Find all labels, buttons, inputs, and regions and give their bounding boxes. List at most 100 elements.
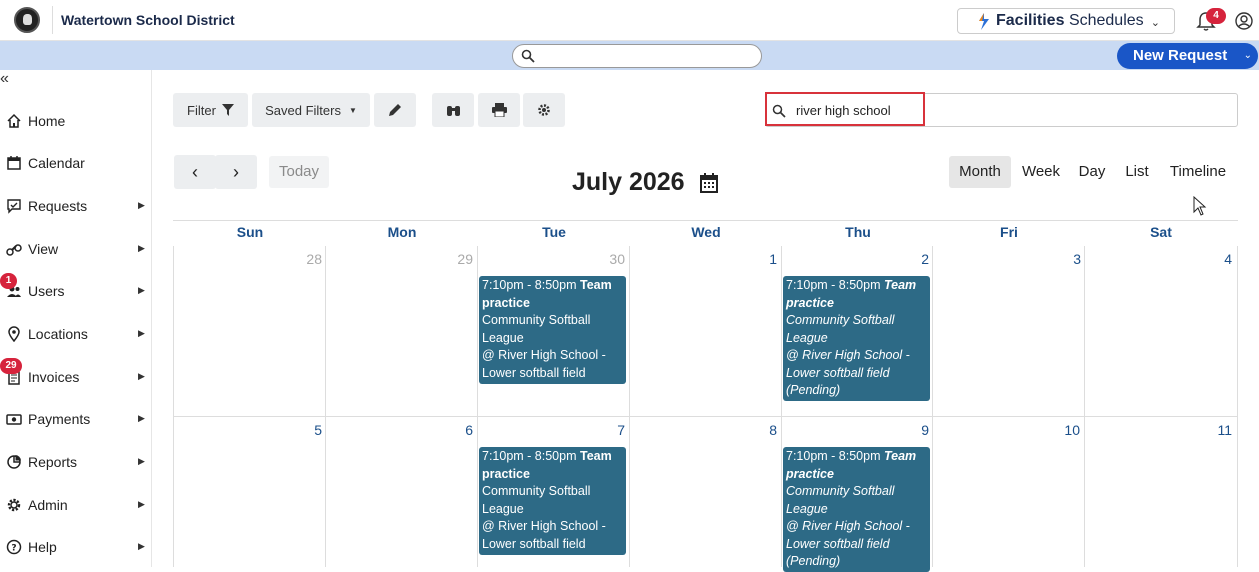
- calendar-event[interactable]: 7:10pm - 8:50pm Team practice Community …: [479, 276, 626, 384]
- view-timeline-button[interactable]: Timeline: [1162, 156, 1234, 188]
- sidebar-item-home[interactable]: Home: [0, 105, 152, 135]
- weekday-header: Fri: [1000, 224, 1018, 240]
- next-month-button[interactable]: ›: [215, 155, 257, 189]
- calendar-picker-icon[interactable]: [700, 173, 718, 193]
- event-time: 7:10pm - 8:50pm: [482, 449, 577, 463]
- header-divider: [52, 6, 53, 34]
- new-request-label: New Request: [1133, 47, 1228, 64]
- printer-icon: [491, 103, 507, 117]
- sidebar-item-invoices[interactable]: Invoices ▶: [0, 361, 152, 391]
- sidebar-item-view[interactable]: View ▶: [0, 233, 152, 263]
- district-name[interactable]: Watertown School District: [61, 12, 235, 28]
- day-number[interactable]: 28: [302, 251, 322, 267]
- weekday-header: Thu: [845, 224, 871, 240]
- home-icon: [7, 113, 21, 128]
- caret-right-icon: ▶: [138, 456, 145, 466]
- view-week-button[interactable]: Week: [1015, 156, 1067, 188]
- pencil-icon: [389, 104, 401, 116]
- saved-filters-label: Saved Filters: [265, 102, 341, 118]
- sidebar-item-requests[interactable]: Requests ▶: [0, 190, 152, 220]
- chevron-down-icon[interactable]: ⌄: [1244, 43, 1252, 69]
- day-number[interactable]: 1: [757, 251, 777, 267]
- prev-month-button[interactable]: ‹: [174, 155, 216, 189]
- calendar-event[interactable]: 7:10pm - 8:50pm Team practice Community …: [479, 447, 626, 555]
- grid-line: [1084, 246, 1085, 567]
- sidebar-item-calendar[interactable]: Calendar: [0, 147, 152, 177]
- saved-filters-button[interactable]: Saved Filters ▼: [252, 93, 370, 127]
- month-title: July 2026: [572, 168, 685, 196]
- day-number[interactable]: 4: [1212, 251, 1232, 267]
- district-logo-icon[interactable]: [14, 7, 40, 33]
- sidebar-item-label: Invoices: [28, 369, 80, 385]
- gear-icon: [7, 498, 21, 512]
- today-button[interactable]: Today: [269, 156, 329, 188]
- sidebar-item-label: Reports: [28, 454, 78, 470]
- event-time: 7:10pm - 8:50pm: [786, 278, 881, 292]
- day-number[interactable]: 6: [453, 422, 473, 438]
- day-number[interactable]: 9: [909, 422, 929, 438]
- day-number[interactable]: 30: [605, 251, 625, 267]
- sidebar-item-label: Locations: [28, 326, 88, 342]
- filter-label: Filter: [187, 102, 216, 118]
- product-switcher[interactable]: Facilities Schedules ⌄: [957, 8, 1175, 34]
- invoices-count-badge: 29: [0, 358, 22, 374]
- new-request-button[interactable]: New Request ⌄: [1117, 43, 1258, 69]
- view-month-button[interactable]: Month: [949, 156, 1011, 188]
- search-highlight-box: [765, 92, 925, 126]
- day-number[interactable]: 8: [757, 422, 777, 438]
- calendar-event[interactable]: 7:10pm - 8:50pm Team practice Community …: [783, 276, 930, 401]
- account-icon[interactable]: [1235, 12, 1253, 30]
- print-button[interactable]: [478, 93, 520, 127]
- grid-line: [781, 246, 782, 567]
- sidebar-item-label: Payments: [28, 411, 91, 427]
- weekday-header: Mon: [387, 224, 417, 240]
- sidebar-item-locations[interactable]: Locations ▶: [0, 318, 152, 348]
- caret-right-icon: ▶: [138, 328, 145, 338]
- sidebar-item-users[interactable]: Users ▶: [0, 275, 152, 305]
- settings-button[interactable]: [523, 93, 565, 127]
- day-number[interactable]: 10: [1058, 422, 1080, 438]
- grid-line: [477, 246, 478, 567]
- event-location: @ River High School - Lower softball fie…: [482, 519, 606, 551]
- day-number[interactable]: 7: [605, 422, 625, 438]
- event-location: @ River High School - Lower softball fie…: [482, 348, 606, 380]
- grid-line: [1237, 246, 1238, 567]
- view-list-button[interactable]: List: [1118, 156, 1156, 188]
- day-number[interactable]: 5: [302, 422, 322, 438]
- binoculars-icon: [446, 105, 460, 116]
- filter-button[interactable]: Filter: [173, 93, 248, 127]
- view-day-button[interactable]: Day: [1072, 156, 1112, 188]
- sidebar-item-label: Calendar: [28, 155, 85, 171]
- chevron-left-icon: ‹: [192, 162, 198, 182]
- svg-text:?: ?: [11, 544, 16, 554]
- sidebar-item-reports[interactable]: Reports ▶: [0, 446, 152, 476]
- day-number[interactable]: 29: [453, 251, 473, 267]
- product-name-rest: Schedules: [1068, 12, 1144, 29]
- search-icon: [521, 49, 535, 63]
- calendar-event[interactable]: 7:10pm - 8:50pm Team practice Community …: [783, 447, 930, 572]
- chevron-right-icon: ›: [233, 162, 239, 182]
- event-location: @ River High School - Lower softball fie…: [786, 519, 910, 551]
- caret-down-icon: ▼: [348, 105, 357, 115]
- collapse-sidebar-icon[interactable]: «: [0, 70, 9, 88]
- event-organization: Community Softball League: [786, 484, 895, 516]
- sidebar-item-admin[interactable]: Admin ▶: [0, 489, 152, 519]
- sidebar-item-payments[interactable]: Payments ▶: [0, 403, 152, 433]
- event-organization: Community Softball League: [482, 313, 591, 345]
- day-number[interactable]: 11: [1212, 422, 1232, 438]
- find-button[interactable]: [432, 93, 474, 127]
- day-number[interactable]: 3: [1061, 251, 1081, 267]
- sidebar-item-help[interactable]: ? Help ▶: [0, 531, 152, 561]
- notification-count-badge: 4: [1206, 8, 1226, 24]
- sidebar-item-label: Admin: [28, 497, 68, 513]
- edit-filter-button[interactable]: [374, 93, 416, 127]
- location-pin-icon: [8, 326, 20, 342]
- facilities-logo-icon: [979, 13, 989, 30]
- grid-line: [629, 246, 630, 567]
- filter-icon: [221, 104, 234, 116]
- caret-right-icon: ▶: [138, 541, 145, 551]
- day-number[interactable]: 2: [909, 251, 929, 267]
- global-search-input[interactable]: [512, 44, 762, 68]
- sidebar-item-label: Home: [28, 113, 66, 129]
- weekday-header: Wed: [691, 224, 721, 240]
